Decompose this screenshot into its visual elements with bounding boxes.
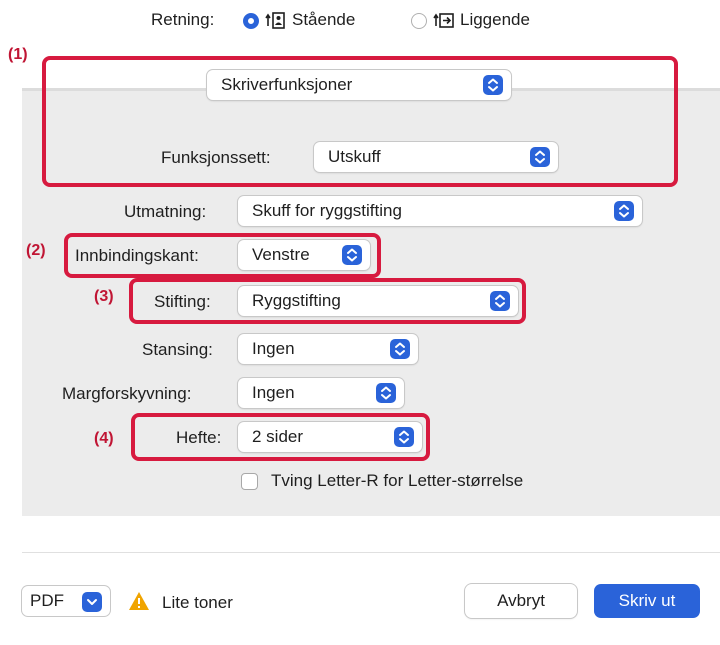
chevron-updown-icon [530, 147, 550, 167]
stapling-select[interactable]: Ryggstifting [238, 286, 518, 316]
binding-edge-select[interactable]: Venstre [238, 240, 370, 270]
landscape-icon [433, 11, 455, 36]
chevron-updown-icon [614, 201, 634, 221]
chevron-updown-icon [390, 339, 410, 359]
chevron-updown-icon [376, 383, 396, 403]
chevron-updown-icon [483, 75, 503, 95]
print-button[interactable]: Skriv ut [594, 584, 700, 618]
marker-2: (2) [26, 242, 46, 259]
output-select[interactable]: Skuff for ryggstifting [238, 196, 642, 226]
output-value: Skuff for ryggstifting [252, 201, 402, 220]
pdf-menu-button[interactable]: PDF [22, 586, 110, 616]
landscape-radio[interactable] [411, 13, 427, 29]
feature-set-value: Utskuff [328, 147, 381, 166]
pdf-label: PDF [30, 591, 64, 610]
cancel-button[interactable]: Avbryt [465, 584, 577, 618]
portrait-icon [265, 11, 287, 36]
feature-set-label: Funksjonssett: [161, 148, 271, 167]
marker-4: (4) [94, 430, 114, 447]
panel-menu-value: Skriverfunksjoner [221, 75, 353, 94]
binding-edge-label: Innbindingskant: [75, 246, 199, 265]
chevron-updown-icon [490, 291, 510, 311]
booklet-label: Hefte: [176, 428, 222, 447]
chevron-down-icon [82, 592, 102, 612]
marker-3: (3) [94, 288, 114, 305]
feature-set-select[interactable]: Utskuff [314, 142, 558, 172]
chevron-updown-icon [394, 427, 414, 447]
output-label: Utmatning: [124, 202, 207, 221]
stapling-value: Ryggstifting [252, 291, 341, 310]
booklet-value: 2 sider [252, 427, 304, 446]
booklet-select[interactable]: 2 sider [238, 422, 422, 452]
punching-label: Stansing: [142, 340, 213, 359]
force-letter-checkbox[interactable] [241, 473, 258, 490]
portrait-label[interactable]: Stående [292, 10, 355, 30]
margin-shift-label: Margforskyvning: [62, 384, 192, 403]
warning-icon [128, 591, 150, 616]
footer-divider [22, 552, 720, 553]
portrait-radio[interactable] [243, 13, 259, 29]
punching-select[interactable]: Ingen [238, 334, 418, 364]
force-letter-label[interactable]: Tving Letter-R for Letter-størrelse [271, 471, 523, 491]
low-toner-status: Lite toner [162, 593, 233, 612]
orientation-label: Retning: [151, 10, 215, 29]
margin-shift-value: Ingen [252, 383, 295, 402]
punching-value: Ingen [252, 339, 295, 358]
stapling-label: Stifting: [154, 292, 211, 311]
margin-shift-select[interactable]: Ingen [238, 378, 404, 408]
panel-menu-select[interactable]: Skriverfunksjoner [207, 70, 511, 100]
binding-edge-value: Venstre [252, 245, 310, 264]
landscape-label[interactable]: Liggende [460, 10, 530, 30]
marker-1: (1) [8, 46, 28, 63]
chevron-updown-icon [342, 245, 362, 265]
